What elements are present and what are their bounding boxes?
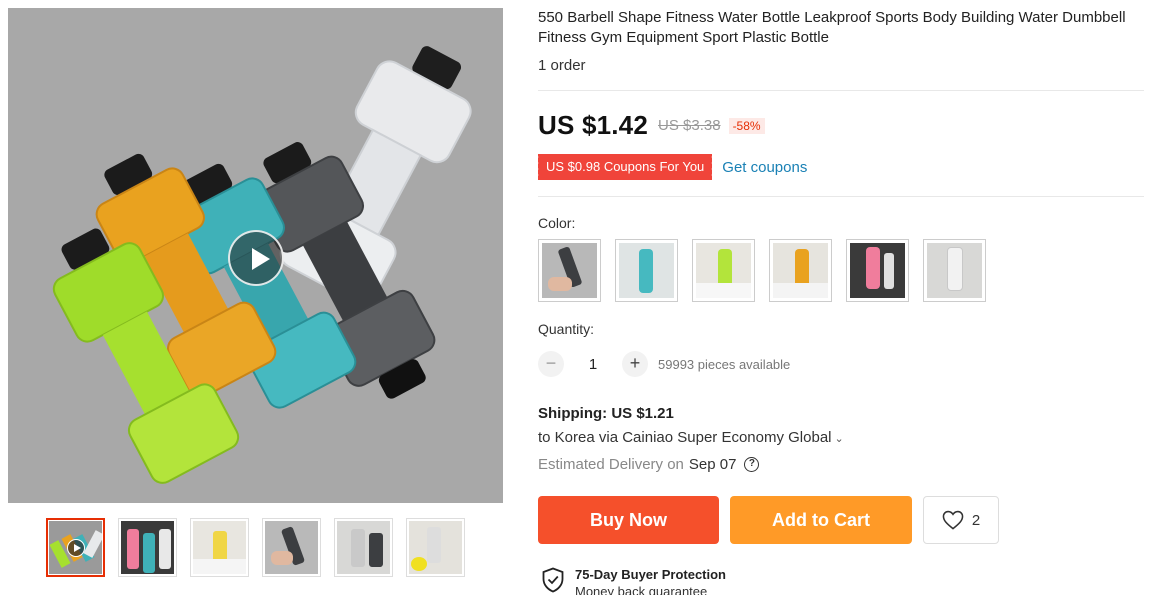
shipping-destination: to Korea via Cainiao Super Economy Globa… <box>538 429 832 446</box>
thumbnail-6[interactable] <box>406 518 465 577</box>
heart-icon <box>942 510 964 530</box>
thumbnail-5[interactable] <box>334 518 393 577</box>
coupon-badge[interactable]: US $0.98 Coupons For You <box>535 154 713 180</box>
thumbnail-video[interactable] <box>46 518 105 577</box>
estimated-delivery: Estimated Delivery on Sep 07 ? <box>538 456 760 473</box>
price-row: US $1.42 US $3.38 -58% <box>538 110 765 141</box>
color-option-cyan[interactable] <box>615 239 678 302</box>
thumbnail-2[interactable] <box>118 518 177 577</box>
eta-label: Estimated Delivery on <box>538 456 684 473</box>
order-count: 1 order <box>538 57 586 74</box>
color-label: Color: <box>538 215 576 231</box>
protection-subtitle: Money back guarantee <box>575 584 708 595</box>
divider <box>538 90 1144 91</box>
product-title: 550 Barbell Shape Fitness Water Bottle L… <box>538 9 1126 46</box>
main-product-image[interactable] <box>8 8 503 503</box>
product-info: 550 Barbell Shape Fitness Water Bottle L… <box>538 8 1144 74</box>
shipping-cost: Shipping: US $1.21 <box>538 405 674 422</box>
quantity-decrease-button[interactable]: − <box>538 351 564 377</box>
color-option-pink[interactable] <box>846 239 909 302</box>
quantity-input[interactable]: 1 <box>564 356 622 373</box>
play-video-button[interactable] <box>228 230 284 286</box>
buy-now-button[interactable]: Buy Now <box>538 496 719 544</box>
quantity-increase-button[interactable]: + <box>622 351 648 377</box>
protection-title: 75-Day Buyer Protection <box>575 567 726 582</box>
color-option-black[interactable] <box>538 239 601 302</box>
discount-badge: -58% <box>728 117 765 134</box>
shield-check-icon <box>542 567 564 593</box>
thumbnail-4[interactable] <box>262 518 321 577</box>
color-option-yellow[interactable] <box>692 239 755 302</box>
quantity-stepper: − 1 + 59993 pieces available <box>538 351 790 377</box>
question-circle-icon[interactable]: ? <box>744 457 760 472</box>
color-option-white[interactable] <box>923 239 986 302</box>
original-price: US $3.38 <box>658 117 721 134</box>
wishlist-button[interactable]: 2 <box>923 496 999 544</box>
thumbnail-strip <box>46 518 465 577</box>
get-coupons-link[interactable]: Get coupons <box>722 159 807 176</box>
current-price: US $1.42 <box>538 110 649 140</box>
wishlist-count: 2 <box>971 511 981 529</box>
add-to-cart-button[interactable]: Add to Cart <box>730 496 912 544</box>
thumbnail-3[interactable] <box>190 518 249 577</box>
play-icon <box>67 539 85 557</box>
coupon-row: US $0.98 Coupons For You Get coupons <box>535 154 807 180</box>
quantity-label: Quantity: <box>538 321 595 337</box>
buyer-protection: 75-Day Buyer Protection Money back guara… <box>541 567 726 595</box>
color-swatches <box>538 239 986 302</box>
stock-available: 59993 pieces available <box>658 356 791 372</box>
color-option-orange[interactable] <box>769 239 832 302</box>
divider <box>538 196 1144 197</box>
shipping-destination-selector[interactable]: to Korea via Cainiao Super Economy Globa… <box>538 429 844 446</box>
eta-date: Sep 07 <box>688 456 737 473</box>
chevron-down-icon: ⌄ <box>834 433 844 445</box>
